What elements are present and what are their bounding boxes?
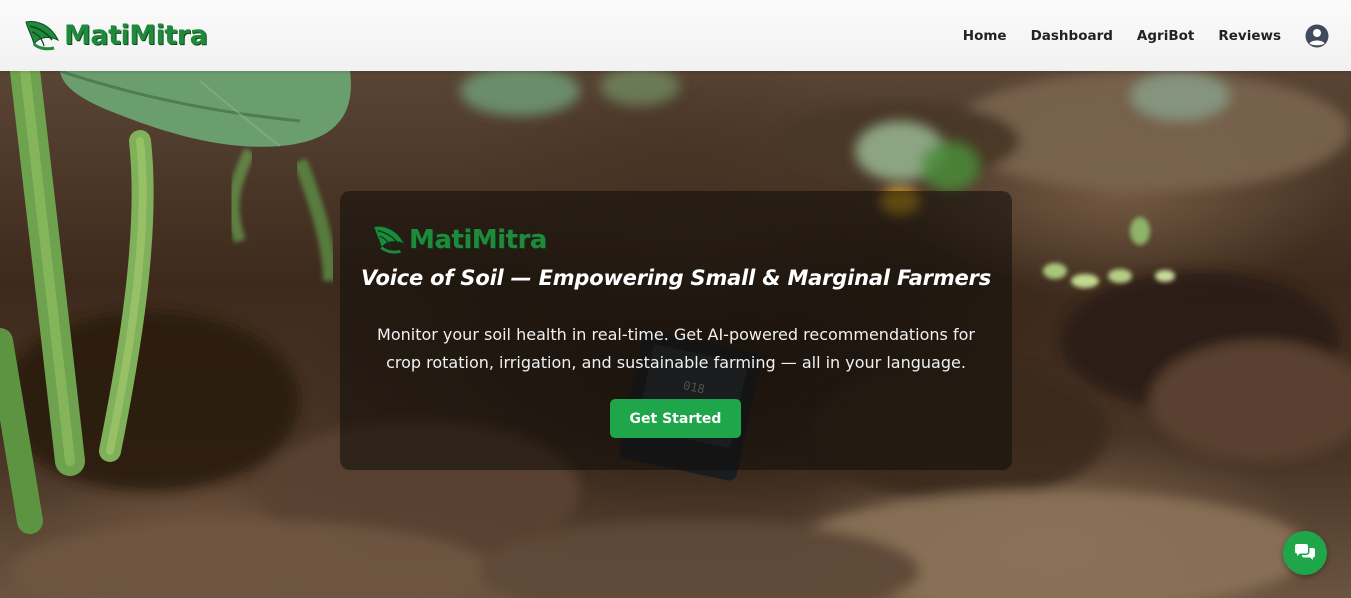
- hero-description: Monitor your soil health in real-time. G…: [377, 325, 975, 372]
- brand-name: MatiMitra: [64, 20, 208, 51]
- hero-card: MatiMitra Voice of Soil — Empowering Sma…: [340, 191, 1012, 470]
- nav-link-home[interactable]: Home: [963, 28, 1007, 44]
- hero-brand-name: MatiMitra: [409, 225, 547, 255]
- leaf-logo-icon: [373, 225, 406, 254]
- user-circle-icon[interactable]: [1305, 24, 1329, 48]
- hero-brand: MatiMitra: [372, 223, 547, 257]
- get-started-button[interactable]: Get Started: [610, 399, 741, 438]
- hero-title: Voice of Soil — Empowering Small & Margi…: [360, 266, 991, 290]
- hero-section: 018 01 /9 MatiMitra Voice of Soil — Empo…: [0, 71, 1351, 598]
- chat-bubbles-icon: [1295, 544, 1315, 560]
- navbar: MatiMitra Home Dashboard AgriBot Reviews: [0, 0, 1351, 71]
- nav-link-dashboard[interactable]: Dashboard: [1031, 28, 1113, 44]
- leaf-logo-icon: [25, 20, 60, 50]
- brand-logo-link[interactable]: MatiMitra: [24, 18, 208, 54]
- chat-button[interactable]: [1283, 531, 1327, 575]
- nav-link-agribot[interactable]: AgriBot: [1137, 28, 1194, 44]
- nav-links: Home Dashboard AgriBot Reviews: [963, 24, 1329, 48]
- nav-link-reviews[interactable]: Reviews: [1218, 28, 1281, 44]
